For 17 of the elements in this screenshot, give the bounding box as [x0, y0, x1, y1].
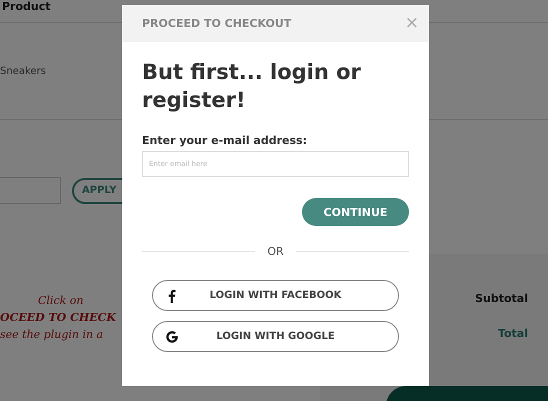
facebook-login-button[interactable]: LOGIN WITH FACEBOOK — [152, 280, 399, 311]
dialog-title: PROCEED TO CHECKOUT — [142, 17, 292, 30]
dialog-heading: But first... login or register! — [142, 59, 362, 114]
divider-text: OR — [267, 245, 284, 258]
totals-label: Subtotal — [475, 292, 528, 305]
google-icon — [165, 330, 179, 344]
google-login-button[interactable]: LOGIN WITH GOOGLE — [152, 321, 399, 352]
email-label: Enter your e-mail address: — [142, 134, 308, 147]
close-button[interactable]: × — [404, 15, 419, 32]
column-header: Product — [2, 0, 52, 13]
handwritten-note: Click on — [38, 294, 84, 307]
totals-label: Total — [498, 327, 528, 340]
continue-button[interactable]: CONTINUE — [302, 198, 409, 226]
product-name: Sneakers — [0, 66, 46, 76]
handwritten-note: see the plugin in a — [0, 328, 104, 341]
coupon-field[interactable] — [0, 177, 61, 204]
handwritten-note: OCEED TO CHECK — [0, 311, 116, 324]
